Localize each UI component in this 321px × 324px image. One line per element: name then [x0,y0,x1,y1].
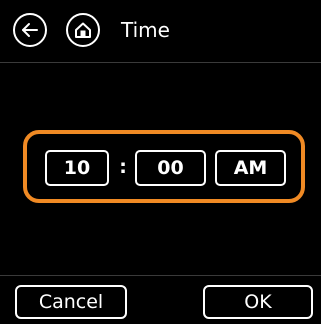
footer-divider [0,275,321,276]
time-settings-screen: Time 10 : 00 AM Cancel OK [0,0,321,324]
header-bar: Time [0,0,321,62]
cancel-button[interactable]: Cancel [15,285,127,319]
ok-button[interactable]: OK [203,285,313,319]
arrow-left-icon [22,23,38,37]
page-title: Time [121,18,170,42]
time-separator: : [119,156,127,178]
home-button[interactable] [66,13,100,47]
header-divider [0,62,321,63]
am-pm-field[interactable]: AM [215,150,286,186]
hour-field[interactable]: 10 [45,150,109,186]
back-button[interactable] [13,13,47,47]
minute-field[interactable]: 00 [135,150,206,186]
home-icon [75,22,91,38]
